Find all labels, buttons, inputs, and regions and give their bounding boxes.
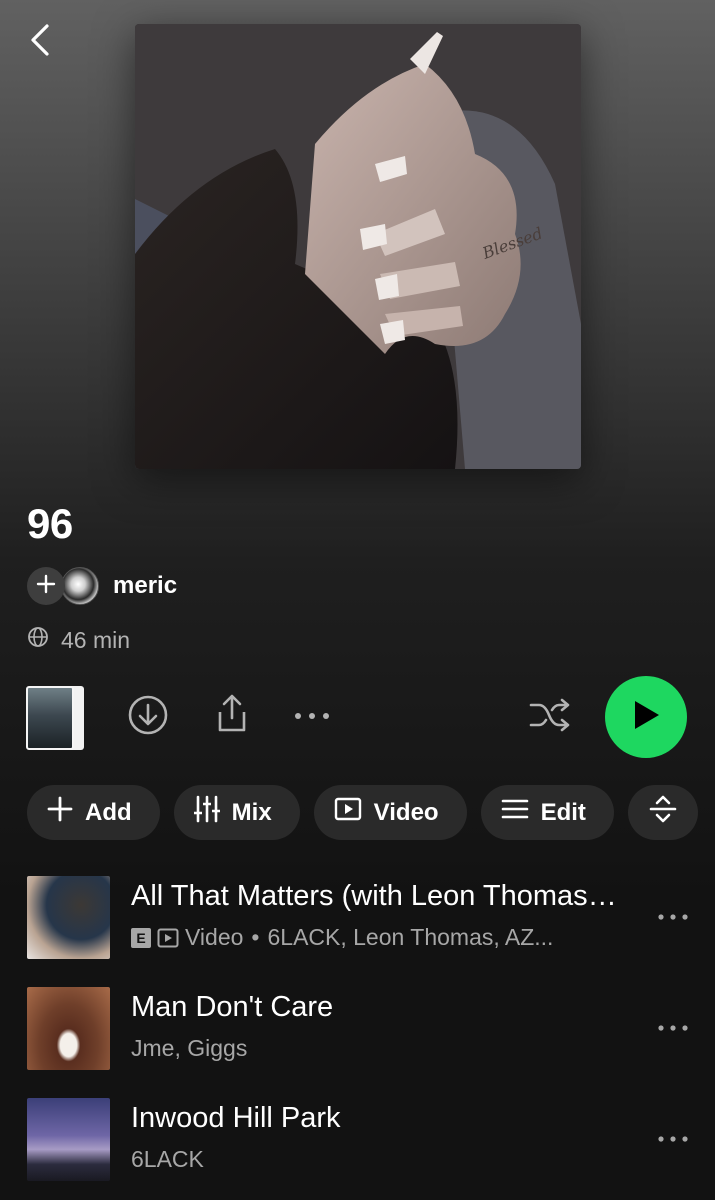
track-row[interactable]: Man Don't Care Jme, Giggs (0, 985, 715, 1096)
track-subtitle: E Video • 6LACK, Leon Thomas, AZ... (131, 924, 611, 951)
download-button[interactable] (126, 695, 170, 739)
track-artwork (27, 876, 110, 959)
sort-chip[interactable] (627, 785, 698, 840)
share-icon (213, 692, 251, 739)
chevron-left-icon (29, 23, 51, 62)
owner-name[interactable]: meric (113, 572, 177, 600)
owner-avatar[interactable] (61, 567, 99, 605)
edit-chip-label: Edit (540, 798, 586, 826)
back-button[interactable] (22, 22, 58, 62)
mix-chip[interactable]: Mix (173, 785, 300, 840)
add-chip-label: Add (85, 798, 132, 826)
explicit-badge: E (131, 927, 151, 948)
globe-icon (27, 626, 61, 654)
track-row[interactable]: Inwood Hill Park 6LACK (0, 1096, 715, 1200)
playlist-controls (0, 676, 715, 758)
track-more-button[interactable] (655, 1124, 691, 1152)
sliders-icon (193, 795, 232, 830)
video-chip[interactable]: Video (313, 785, 467, 840)
preview-card-front (26, 686, 74, 750)
video-chip-label: Video (373, 798, 439, 826)
track-artwork (27, 987, 110, 1070)
track-artists: Jme, Giggs (131, 1035, 248, 1061)
edit-chip[interactable]: Edit (480, 785, 614, 840)
play-button[interactable] (605, 676, 687, 758)
track-more-button[interactable] (655, 1013, 691, 1041)
track-title: Inwood Hill Park (131, 1102, 341, 1134)
playlist-title: 96 (27, 500, 73, 547)
more-horizontal-icon (658, 907, 688, 925)
more-horizontal-icon (658, 1018, 688, 1036)
download-circle-icon (127, 694, 169, 741)
more-options-button[interactable] (290, 702, 334, 730)
separator-dot: • (251, 924, 260, 950)
track-artists: 6LACK (131, 1146, 204, 1172)
track-artists: 6LACK, Leon Thomas, AZ... (267, 924, 554, 950)
shuffle-button[interactable] (526, 695, 574, 739)
more-horizontal-icon (658, 1129, 688, 1147)
playlist-preview-thumbnail[interactable] (26, 686, 84, 750)
video-icon (157, 928, 179, 948)
plus-icon (47, 796, 85, 829)
sort-icon (648, 794, 690, 831)
add-collaborator-button[interactable] (27, 567, 65, 605)
playlist-meta: 46 min (27, 626, 130, 654)
share-button[interactable] (210, 693, 254, 737)
add-chip[interactable]: Add (27, 785, 160, 840)
playlist-cover-image: Blessed (135, 24, 581, 469)
more-horizontal-icon (294, 707, 330, 725)
playlist-duration: 46 min (61, 626, 131, 653)
shuffle-icon (528, 696, 572, 739)
plus-icon (36, 574, 56, 599)
track-title: Man Don't Care (131, 991, 334, 1023)
track-list: All That Matters (with Leon Thomas, AZ..… (0, 874, 715, 1200)
mix-chip-label: Mix (231, 798, 272, 826)
track-artwork (27, 1098, 110, 1181)
video-play-icon (334, 797, 374, 828)
track-subtitle: Jme, Giggs (131, 1035, 611, 1062)
video-label: Video (185, 924, 244, 950)
track-title: All That Matters (with Leon Thomas, AZ..… (131, 880, 621, 912)
action-chips: Add Mix Video Edit (27, 785, 698, 840)
owner-row: meric (27, 566, 177, 606)
play-icon (631, 699, 661, 736)
track-row[interactable]: All That Matters (with Leon Thomas, AZ..… (0, 874, 715, 985)
track-subtitle: 6LACK (131, 1146, 611, 1173)
list-icon (501, 798, 541, 827)
track-more-button[interactable] (655, 902, 691, 930)
